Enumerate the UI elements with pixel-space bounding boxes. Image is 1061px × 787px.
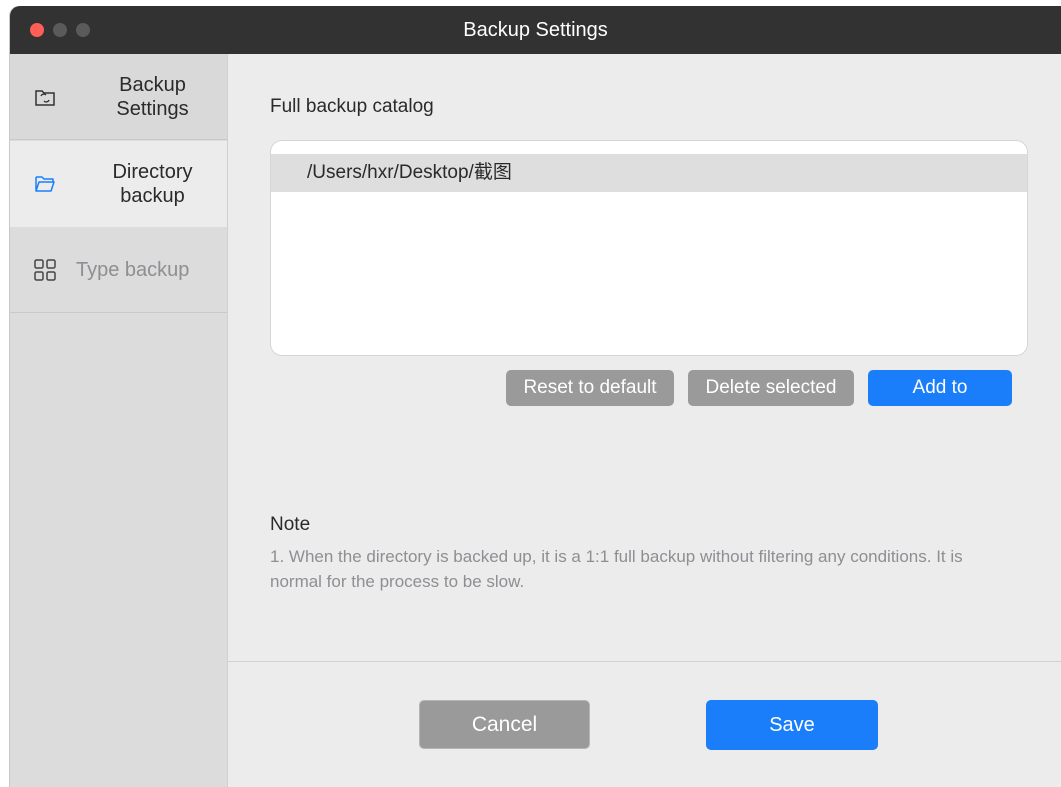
sidebar-item-label: Backup Settings (116, 73, 189, 120)
sidebar: Backup Settings Directory backup Type ba… (10, 54, 228, 787)
section-title: Full backup catalog (270, 96, 434, 117)
grid-icon (32, 257, 58, 283)
footer-divider (228, 661, 1061, 662)
directory-list[interactable]: /Users/hxr/Desktop/截图 (270, 140, 1028, 356)
window-title: Backup Settings (463, 19, 608, 41)
sidebar-item-label: Directory backup (112, 161, 193, 207)
sidebar-item-label: Type backup (76, 258, 190, 281)
backup-settings-window: Backup Settings Backup Settings Director… (10, 6, 1061, 787)
reset-to-default-button[interactable]: Reset to default (506, 370, 674, 406)
cancel-button[interactable]: Cancel (419, 700, 590, 749)
folder-open-icon (32, 171, 58, 197)
sidebar-item-directory-backup[interactable]: Directory backup (10, 141, 227, 227)
save-button[interactable]: Save (706, 700, 878, 750)
note-text: 1. When the directory is backed up, it i… (270, 547, 963, 591)
main-panel: Full backup catalog /Users/hxr/Desktop/截… (228, 54, 1061, 787)
title-bar[interactable]: Backup Settings (10, 6, 1061, 54)
note-title: Note (270, 514, 311, 535)
backup-folder-icon (32, 84, 58, 110)
sidebar-item-backup-settings[interactable]: Backup Settings (10, 54, 227, 140)
list-item[interactable]: /Users/hxr/Desktop/截图 (271, 154, 1027, 192)
sidebar-item-type-backup[interactable]: Type backup (10, 227, 227, 313)
delete-selected-button[interactable]: Delete selected (688, 370, 854, 406)
add-to-button[interactable]: Add to (868, 370, 1012, 406)
